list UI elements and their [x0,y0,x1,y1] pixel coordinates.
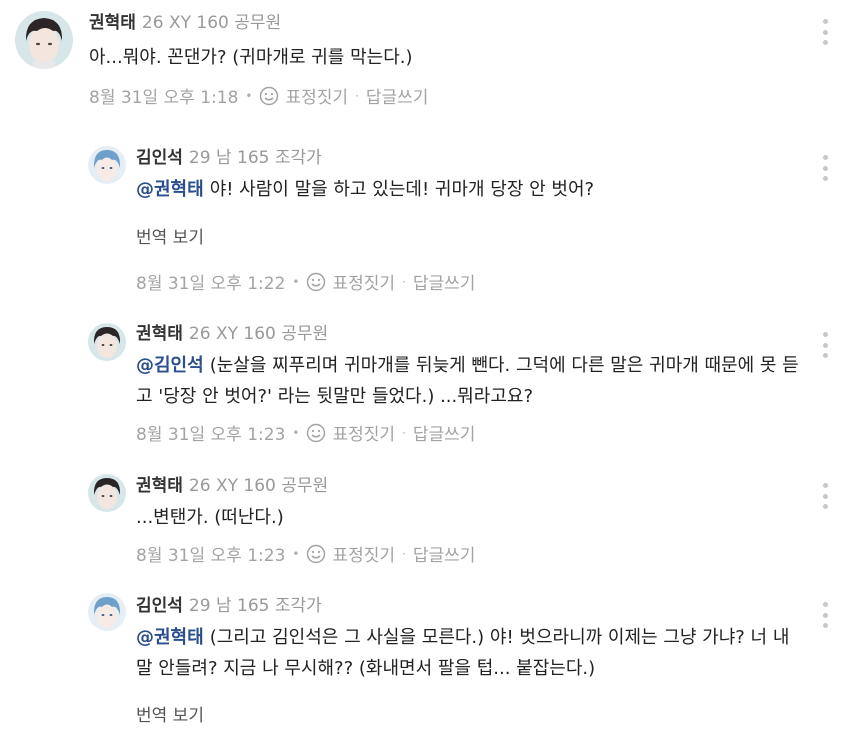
author-profile: 29 남 165 조각가 [188,596,322,616]
blue-hair-avatar [88,593,126,631]
dot-separator: · [402,546,406,561]
reply-button[interactable]: 답글쓰기 [413,269,476,294]
author-name[interactable]: 김인석 [136,596,183,616]
comment-4: 권혁태 26 XY 160 공무원 ...변탠가. (떠난다.) 8월 31일 오… [0,456,859,586]
dot-separator: • [292,546,300,561]
reply-button[interactable]: 답글쓰기 [366,83,429,108]
dark-hair-man-avatar [88,323,126,361]
mention-link[interactable]: @권혁태 [136,179,204,200]
author-profile: 26 XY 160 공무원 [141,13,282,33]
author-profile: 26 XY 160 공무원 [188,324,329,344]
translate-button[interactable]: 번역 보기 [136,701,204,726]
comment-2: 김인석 29 남 165 조각가 @권혁태 야! 사람이 말을 하고 있는데! 귀마… [0,130,859,300]
avatar[interactable] [88,593,126,631]
more-vertical-icon[interactable] [818,332,832,358]
comment-text: @권혁태 (그리고 김인석은 그 사실을 모른다.) 야! 벗으라니까 이제는 그… [136,622,796,684]
avatar[interactable] [15,11,73,69]
avatar[interactable] [88,323,126,361]
translate-button[interactable]: 번역 보기 [136,223,204,248]
comment-body: (그리고 김인석은 그 사실을 모른다.) 야! 벗으라니까 이제는 그냥 가냐… [136,627,790,679]
more-vertical-icon[interactable] [818,602,832,628]
comment-footer: 8월 31일 오후 1:23 • 표정짓기 · 답글쓰기 [136,420,475,445]
mention-link[interactable]: @권혁태 [136,627,204,648]
comment-body: 야! 사람이 말을 하고 있는데! 귀마개 당장 안 벗어? [209,179,595,200]
dot-separator: · [402,425,406,440]
comment-1: 권혁태 26 XY 160 공무원 아...뭐야. 꼰댄가? (귀마개로 귀를 막… [0,0,859,130]
comment-footer: 8월 31일 오후 1:18 • 표정짓기 · 답글쓰기 [89,83,428,108]
dark-hair-man-avatar [88,474,126,512]
comment-body: ...변탠가. (떠난다.) [136,507,284,528]
author-profile: 29 남 165 조각가 [188,148,322,168]
comment-meta: 김인석 29 남 165 조각가 [136,147,322,169]
dot-separator: · [402,274,406,289]
author-name[interactable]: 권혁태 [136,476,183,496]
author-name[interactable]: 권혁태 [136,324,183,344]
react-button[interactable]: 표정짓기 [285,83,348,108]
comment-date: 8월 31일 오후 1:23 [136,425,286,445]
smile-face-icon[interactable] [306,423,326,443]
comment-body: (눈살을 찌푸리며 귀마개를 뒤늦게 뺀다. 그덕에 다른 말은 귀마개 때문에… [136,355,799,407]
comment-meta: 권혁태 26 XY 160 공무원 [89,12,281,34]
comment-text: @김인석 (눈살을 찌푸리며 귀마개를 뒤늦게 뺀다. 그덕에 다른 말은 귀마개… [136,350,801,412]
mention-link[interactable]: @김인석 [136,355,204,376]
comment-date: 8월 31일 오후 1:18 [89,88,239,108]
react-button[interactable]: 표정짓기 [332,541,395,566]
avatar[interactable] [88,474,126,512]
comment-date: 8월 31일 오후 1:22 [136,274,286,294]
dot-separator: • [245,88,253,103]
smile-face-icon[interactable] [306,544,326,564]
author-profile: 26 XY 160 공무원 [188,476,329,496]
comment-5: 김인석 29 남 165 조각가 @권혁태 (그리고 김인석은 그 사실을 모른다.… [0,578,859,729]
smile-face-icon[interactable] [306,272,326,292]
comment-meta: 김인석 29 남 165 조각가 [136,595,322,617]
dot-separator: • [292,425,300,440]
react-button[interactable]: 표정짓기 [332,420,395,445]
dark-hair-man-avatar [15,11,73,69]
more-vertical-icon[interactable] [818,483,832,509]
dot-separator: • [292,274,300,289]
author-name[interactable]: 권혁태 [89,13,136,33]
comment-meta: 권혁태 26 XY 160 공무원 [136,323,328,345]
comment-text: @권혁태 야! 사람이 말을 하고 있는데! 귀마개 당장 안 벗어? [136,174,796,205]
dot-separator: · [355,88,359,103]
author-name[interactable]: 김인석 [136,148,183,168]
comment-footer: 8월 31일 오후 1:22 • 표정짓기 · 답글쓰기 [136,269,475,294]
comment-3: 권혁태 26 XY 160 공무원 @김인석 (눈살을 찌푸리며 귀마개를 뒤늦게 … [0,306,859,456]
more-vertical-icon[interactable] [818,19,832,45]
smile-face-icon[interactable] [259,86,279,106]
react-button[interactable]: 표정짓기 [332,269,395,294]
comment-footer: 8월 31일 오후 1:23 • 표정짓기 · 답글쓰기 [136,541,475,566]
blue-hair-avatar [88,146,126,184]
reply-button[interactable]: 답글쓰기 [413,420,476,445]
more-vertical-icon[interactable] [818,155,832,181]
comment-body: 아...뭐야. 꼰댄가? (귀마개로 귀를 막는다.) [89,47,413,68]
avatar[interactable] [88,146,126,184]
comment-text: 아...뭐야. 꼰댄가? (귀마개로 귀를 막는다.) [89,42,789,73]
comment-text: ...변탠가. (떠난다.) [136,502,796,533]
reply-button[interactable]: 답글쓰기 [413,541,476,566]
comment-date: 8월 31일 오후 1:23 [136,546,286,566]
comment-meta: 권혁태 26 XY 160 공무원 [136,475,328,497]
